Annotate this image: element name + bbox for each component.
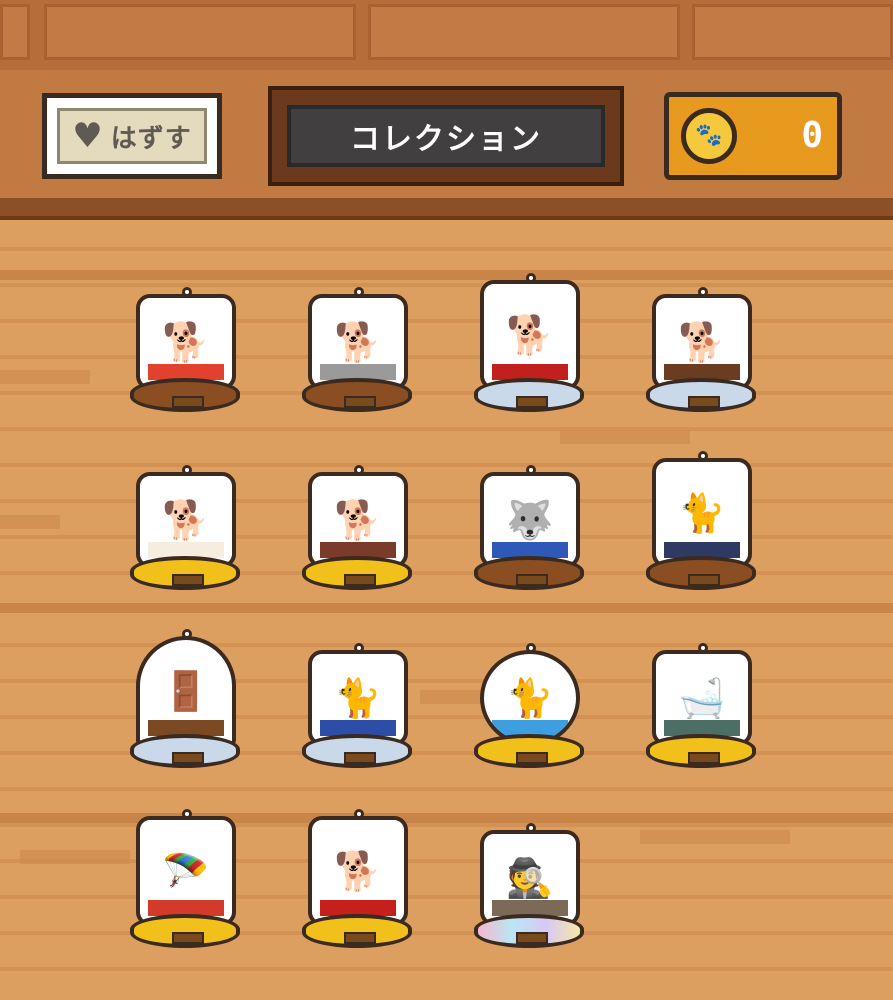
pedestal-gold bbox=[130, 914, 240, 948]
collection-item-husky-with-parachute[interactable]: 🪂 bbox=[128, 808, 248, 948]
pedestal-gold bbox=[302, 914, 412, 948]
figure-icon: 🚪 bbox=[162, 669, 210, 713]
pedestal-rainbow bbox=[474, 914, 584, 948]
paw-coin-icon: 🐾 bbox=[681, 108, 737, 164]
header-edge bbox=[0, 198, 893, 220]
coin-counter: 🐾 0 bbox=[664, 92, 842, 180]
figure-icon: 🐕 bbox=[334, 320, 382, 364]
title-plate: コレクション bbox=[287, 105, 605, 167]
collection-item-shiba-with-tea-cart[interactable]: 🐕 bbox=[300, 450, 420, 590]
brick bbox=[368, 4, 680, 60]
acrylic-figure: 🐕 bbox=[480, 280, 580, 390]
pedestal-plate bbox=[516, 574, 548, 586]
remove-label: はずす bbox=[110, 123, 192, 154]
plank-mark bbox=[560, 430, 690, 444]
acrylic-figure: 🐺 bbox=[480, 472, 580, 568]
pedestal-plate bbox=[688, 574, 720, 586]
acrylic-figure: 🛁 bbox=[652, 650, 752, 746]
collection-item-cat-at-computer-desk[interactable]: 🐈 bbox=[300, 628, 420, 768]
collection-item-cats-in-doorway[interactable]: 🚪 bbox=[128, 628, 248, 768]
pedestal-plate bbox=[172, 752, 204, 764]
pedestal-silver bbox=[474, 378, 584, 412]
acrylic-figure: 🐈 bbox=[308, 650, 408, 746]
page-title: コレクション bbox=[350, 122, 542, 157]
pedestal-plate bbox=[344, 752, 376, 764]
plank-mark bbox=[20, 850, 130, 864]
figure-icon: 🐺 bbox=[506, 498, 554, 542]
remove-button-face: ♥ はずす bbox=[57, 108, 207, 164]
collection-item-corgi-with-cabinet[interactable]: 🐕 bbox=[644, 272, 764, 412]
collection-item-husky-puppy[interactable]: 🐺 bbox=[472, 450, 592, 590]
collection-item-cat-under-plant-table[interactable]: 🐈 bbox=[644, 450, 764, 590]
pedestal-wood bbox=[130, 378, 240, 412]
pedestal-silver bbox=[302, 734, 412, 768]
figure-icon: 🕵 bbox=[506, 856, 554, 900]
figure-icon: 🐕 bbox=[678, 320, 726, 364]
pedestal-gold bbox=[302, 556, 412, 590]
collection-item-shiba-with-bowl[interactable]: 🐕 bbox=[300, 272, 420, 412]
collection-item-shiba-at-cafe-table[interactable]: 🐕 bbox=[128, 450, 248, 590]
pedestal-wood bbox=[474, 556, 584, 590]
collection-item-detective-and-husky[interactable]: 🕵 bbox=[472, 808, 592, 948]
figure-icon: 🐈 bbox=[678, 491, 726, 535]
figure-icon: 🐕 bbox=[334, 849, 382, 893]
pedestal-plate bbox=[344, 932, 376, 944]
figure-icon: 🛁 bbox=[678, 676, 726, 720]
pedestal-gold bbox=[474, 734, 584, 768]
figure-icon: 🐕 bbox=[162, 320, 210, 364]
brick bbox=[0, 4, 30, 60]
heart-icon: ♥ bbox=[72, 116, 103, 156]
plank-mark bbox=[0, 370, 90, 384]
paw-icon: 🐾 bbox=[695, 123, 723, 148]
brick-wall bbox=[0, 0, 893, 70]
pedestal-silver bbox=[646, 378, 756, 412]
plank-mark bbox=[640, 830, 790, 844]
plank-mark bbox=[0, 515, 60, 529]
brick bbox=[692, 4, 893, 60]
acrylic-figure: 🐕 bbox=[308, 294, 408, 390]
top-bar: ♥ はずす コレクション 🐾 0 bbox=[0, 0, 893, 220]
acrylic-figure: 🐈 bbox=[480, 650, 580, 746]
acrylic-figure: 🐕 bbox=[652, 294, 752, 390]
pedestal-gold bbox=[646, 734, 756, 768]
pedestal-plate bbox=[688, 396, 720, 408]
pedestal-plate bbox=[516, 752, 548, 764]
collection-item-shiba-detective[interactable]: 🐕 bbox=[300, 808, 420, 948]
pedestal-plate bbox=[344, 396, 376, 408]
collection-item-cat-in-snow-globe[interactable]: 🐈 bbox=[472, 628, 592, 768]
remove-button[interactable]: ♥ はずす bbox=[42, 93, 222, 179]
pedestal-plate bbox=[172, 574, 204, 586]
acrylic-figure: 🐕 bbox=[136, 294, 236, 390]
figure-icon: 🐕 bbox=[162, 498, 210, 542]
acrylic-figure: 🐕 bbox=[308, 472, 408, 568]
acrylic-figure: 🐕 bbox=[308, 816, 408, 926]
collection-item-dogs-in-bathtub[interactable]: 🛁 bbox=[644, 628, 764, 768]
pedestal-plate bbox=[172, 932, 204, 944]
pedestal-plate bbox=[688, 752, 720, 764]
collection-item-sleeping-shiba[interactable]: 🐕 bbox=[128, 272, 248, 412]
acrylic-figure: 🐕 bbox=[136, 472, 236, 568]
figure-icon: 🐕 bbox=[334, 498, 382, 542]
pedestal-silver bbox=[130, 734, 240, 768]
coin-count: 0 bbox=[801, 115, 823, 156]
acrylic-figure: 🚪 bbox=[136, 636, 236, 746]
pedestal-wood bbox=[646, 556, 756, 590]
acrylic-figure: 🪂 bbox=[136, 816, 236, 926]
collection-item-shiba-on-red-sofa[interactable]: 🐕 bbox=[472, 272, 592, 412]
pedestal-gold bbox=[130, 556, 240, 590]
figure-icon: 🐕 bbox=[506, 313, 554, 357]
brick bbox=[44, 4, 356, 60]
floor-line bbox=[0, 603, 893, 613]
acrylic-figure: 🕵 bbox=[480, 830, 580, 926]
pedestal-wood bbox=[302, 378, 412, 412]
pedestal-plate bbox=[516, 932, 548, 944]
pedestal-plate bbox=[172, 396, 204, 408]
figure-icon: 🪂 bbox=[162, 849, 210, 893]
pedestal-plate bbox=[344, 574, 376, 586]
title-board: コレクション bbox=[268, 86, 624, 186]
figure-icon: 🐈 bbox=[334, 676, 382, 720]
pedestal-plate bbox=[516, 396, 548, 408]
acrylic-figure: 🐈 bbox=[652, 458, 752, 568]
figure-icon: 🐈 bbox=[506, 676, 554, 720]
